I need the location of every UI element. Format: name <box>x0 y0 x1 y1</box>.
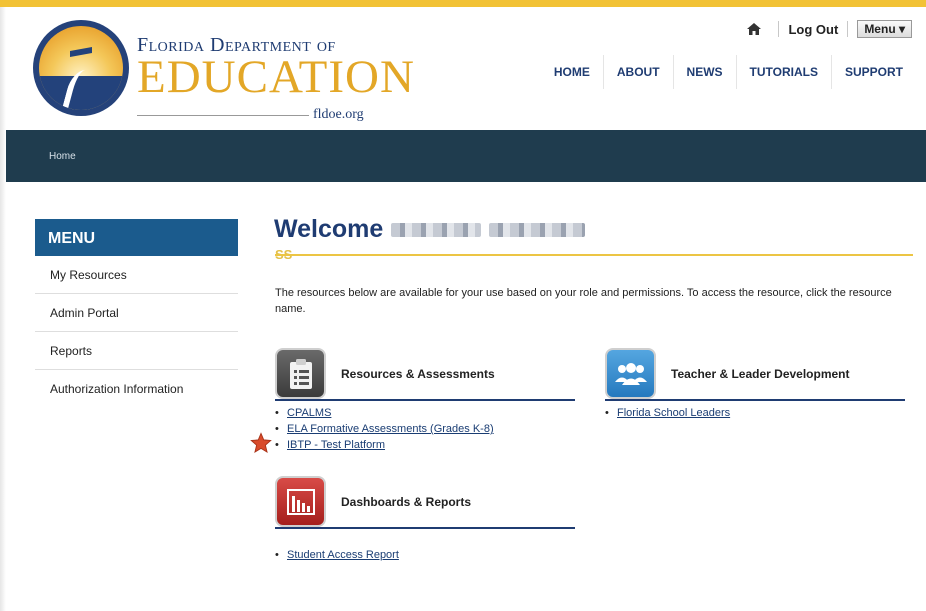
list-item: ELA Formative Assessments (Grades K-8) <box>275 421 575 437</box>
brand-main: EDUCATION <box>137 51 415 103</box>
section-resources-assessments: Resources & Assessments CPALMS ELA Forma… <box>275 348 575 453</box>
intro-text: The resources below are available for yo… <box>275 287 892 315</box>
nav-tutorials[interactable]: TUTORIALS <box>737 55 832 89</box>
section-title: Resources & Assessments <box>341 366 495 381</box>
brand-divider <box>137 115 309 116</box>
sidebar-item-admin-portal[interactable]: Admin Portal <box>35 294 238 332</box>
blurred-first-name <box>391 222 482 237</box>
list-item: Student Access Report <box>275 547 575 563</box>
title-divider <box>275 254 913 256</box>
list-item: Florida School Leaders <box>605 405 905 421</box>
page-shadow <box>0 7 6 611</box>
sidebar-item-authorization-information[interactable]: Authorization Information <box>35 370 238 408</box>
brand-url: fldoe.org <box>313 107 364 122</box>
page-title: Welcome <box>274 215 586 244</box>
logout-link[interactable]: Log Out <box>788 22 838 37</box>
main-nav: HOME ABOUT NEWS TUTORIALS SUPPORT <box>541 55 916 89</box>
menu-dropdown-button[interactable]: Menu ▾ <box>857 20 912 38</box>
sidebar-item-reports[interactable]: Reports <box>35 332 238 370</box>
section-teacher-leader: Teacher & Leader Development Florida Sch… <box>605 348 905 421</box>
link-ela-formative[interactable]: ELA Formative Assessments (Grades K-8) <box>287 423 494 435</box>
home-icon[interactable] <box>747 23 762 35</box>
welcome-text: Welcome <box>274 215 384 243</box>
sidebar: MENU My Resources Admin Portal Reports A… <box>35 219 238 408</box>
list-item: CPALMS <box>275 405 575 421</box>
section-dashboards-reports: Dashboards & Reports Student Access Repo… <box>275 476 575 563</box>
list-item: IBTP - Test Platform <box>275 437 575 453</box>
star-icon <box>250 432 272 454</box>
breadcrumb-home[interactable]: Home <box>49 151 76 162</box>
brand[interactable]: Florida Department of EDUCATION fldoe.or… <box>137 34 415 122</box>
utility-bar: Log Out Menu ▾ <box>747 20 912 38</box>
clipboard-icon[interactable] <box>275 348 326 399</box>
nav-home[interactable]: HOME <box>541 55 604 89</box>
sidebar-title: MENU <box>35 219 238 256</box>
link-ibtp-test-platform[interactable]: IBTP - Test Platform <box>287 439 385 451</box>
link-student-access-report[interactable]: Student Access Report <box>287 549 399 561</box>
util-divider <box>847 21 849 37</box>
sidebar-item-my-resources[interactable]: My Resources <box>35 256 238 294</box>
top-accent-line <box>0 0 926 7</box>
blurred-last-name <box>489 222 586 237</box>
nav-support[interactable]: SUPPORT <box>832 55 916 89</box>
fldoe-logo[interactable] <box>33 20 129 116</box>
link-cpalms[interactable]: CPALMS <box>287 407 331 419</box>
nav-news[interactable]: NEWS <box>674 55 737 89</box>
util-divider <box>778 21 780 37</box>
link-florida-school-leaders[interactable]: Florida School Leaders <box>617 407 730 419</box>
people-group-icon[interactable] <box>605 348 656 399</box>
section-title: Dashboards & Reports <box>341 494 472 509</box>
nav-about[interactable]: ABOUT <box>604 55 674 89</box>
breadcrumb-band: Home <box>6 130 926 182</box>
section-title: Teacher & Leader Development <box>671 366 850 381</box>
bar-chart-icon[interactable] <box>275 476 326 527</box>
